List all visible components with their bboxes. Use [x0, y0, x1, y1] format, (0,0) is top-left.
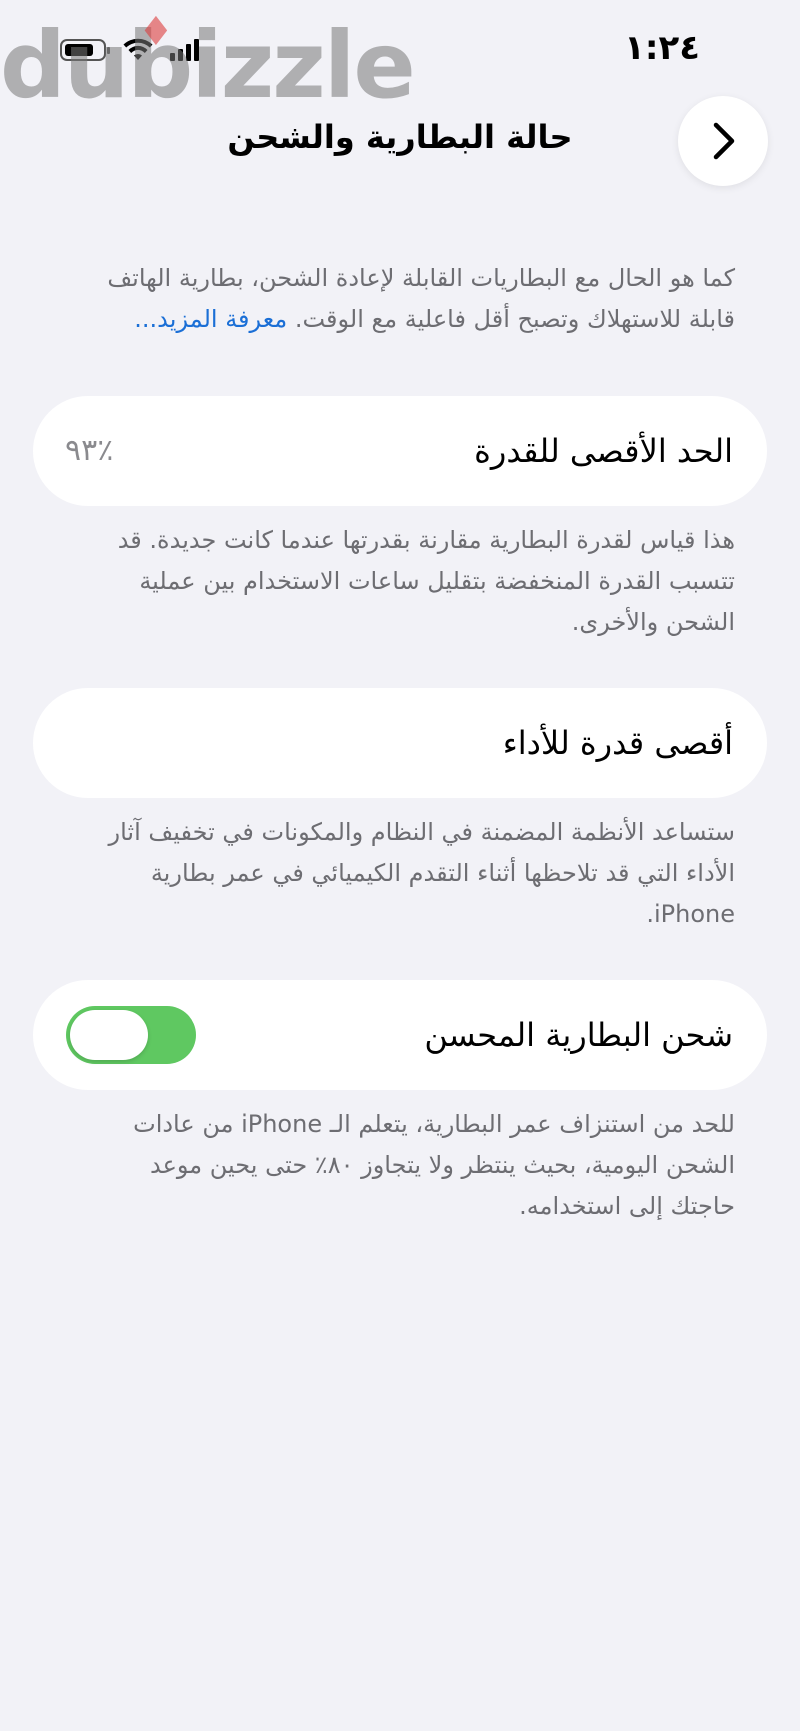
cellular-signal-icon	[170, 39, 199, 61]
max-capacity-footnote: هذا قياس لقدرة البطارية مقارنة بقدرتها ع…	[117, 526, 735, 636]
peak-performance-label: أقصى قدرة للأداء	[502, 724, 733, 762]
wifi-icon	[123, 38, 153, 60]
max-capacity-label: الحد الأقصى للقدرة	[474, 432, 733, 470]
optimized-charging-toggle[interactable]	[66, 1006, 196, 1064]
peak-performance-card[interactable]: أقصى قدرة للأداء	[33, 688, 767, 798]
optimized-charging-card: شحن البطارية المحسن	[33, 980, 767, 1090]
toggle-knob[interactable]	[70, 1010, 148, 1060]
max-capacity-card: الحد الأقصى للقدرة ٪٩٣	[33, 396, 767, 506]
optimized-charging-label: شحن البطارية المحسن	[424, 1016, 733, 1054]
chevron-right-icon	[713, 122, 735, 160]
peak-performance-footnote: ستساعد الأنظمة المضمنة في النظام والمكون…	[108, 818, 735, 928]
max-capacity-value: ٪٩٣	[65, 433, 114, 468]
intro-footnote: كما هو الحال مع البطاريات القابلة لإعادة…	[88, 258, 735, 340]
status-icons	[60, 38, 199, 62]
status-time: ١:٢٤	[624, 28, 700, 68]
optimized-charging-footnote: للحد من استنزاف عمر البطارية، يتعلم الـ …	[133, 1110, 735, 1220]
nav-bar: حالة البطارية والشحن	[0, 96, 800, 188]
learn-more-link[interactable]: معرفة المزيد...	[134, 305, 287, 333]
battery-icon	[60, 39, 110, 61]
back-button[interactable]	[678, 96, 768, 186]
status-bar: ١:٢٤	[0, 0, 800, 100]
